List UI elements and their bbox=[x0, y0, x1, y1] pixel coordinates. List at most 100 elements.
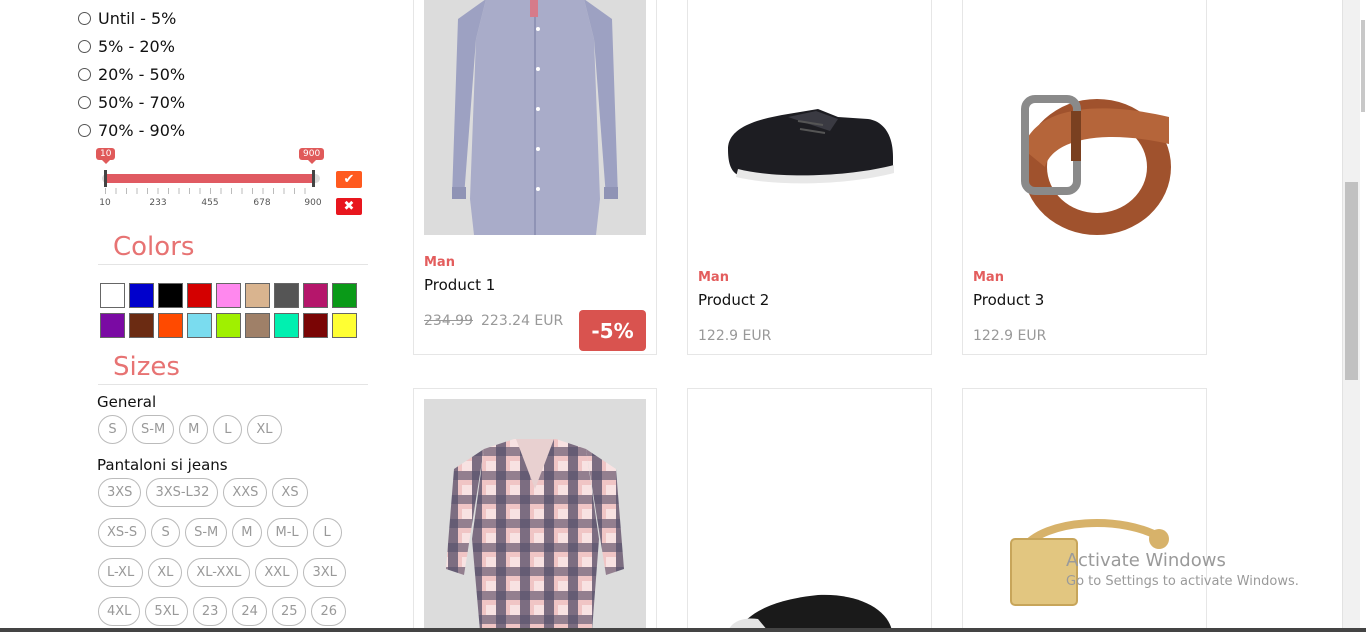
size-chip[interactable]: XXL bbox=[255, 558, 299, 587]
product-price: 234.99 223.24 EUR bbox=[424, 313, 563, 329]
product-name[interactable]: Product 1 bbox=[424, 276, 495, 294]
color-swatch[interactable] bbox=[158, 283, 183, 308]
product-image-sneaker[interactable] bbox=[698, 0, 922, 259]
radio-button[interactable] bbox=[78, 123, 91, 137]
color-swatch[interactable] bbox=[100, 283, 125, 308]
color-swatch[interactable] bbox=[129, 283, 154, 308]
size-chip[interactable]: S-M bbox=[132, 415, 175, 444]
product-image-ring[interactable] bbox=[973, 399, 1197, 631]
size-chip[interactable]: M bbox=[232, 518, 262, 547]
size-chip[interactable]: XS bbox=[272, 478, 308, 507]
sizes-heading: Sizes bbox=[113, 352, 180, 382]
page-scrollbar[interactable] bbox=[1342, 0, 1360, 632]
product-name[interactable]: Product 3 bbox=[973, 291, 1044, 309]
slider-selected-range bbox=[106, 174, 313, 183]
sale-price: 223.24 EUR bbox=[481, 313, 564, 329]
watermark-subtitle: Go to Settings to activate Windows. bbox=[1066, 574, 1299, 589]
color-swatch[interactable] bbox=[216, 283, 241, 308]
size-chip[interactable]: S bbox=[151, 518, 181, 547]
divider bbox=[98, 264, 368, 265]
product-image-plaid-shirt[interactable] bbox=[424, 399, 646, 631]
discount-label: 20% - 50% bbox=[98, 64, 186, 84]
color-swatch[interactable] bbox=[187, 313, 212, 338]
size-chip[interactable]: XL bbox=[148, 558, 183, 587]
color-swatch[interactable] bbox=[274, 313, 299, 338]
discount-option[interactable]: Until - 5% bbox=[78, 4, 185, 32]
size-chip[interactable]: L bbox=[213, 415, 243, 444]
color-swatch[interactable] bbox=[187, 283, 212, 308]
tick-label: 455 bbox=[201, 198, 219, 208]
x-icon: ✖ bbox=[343, 199, 355, 214]
scrollbar-thumb[interactable] bbox=[1345, 182, 1358, 380]
product-card[interactable] bbox=[962, 388, 1207, 632]
product-image-slipper[interactable] bbox=[698, 399, 922, 631]
tick-label: 678 bbox=[253, 198, 271, 208]
size-chip[interactable]: 24 bbox=[232, 597, 267, 626]
color-swatch[interactable] bbox=[216, 313, 241, 338]
product-price: 122.9 EUR bbox=[698, 328, 772, 344]
color-swatch[interactable] bbox=[100, 313, 125, 338]
apply-price-button[interactable]: ✔ bbox=[336, 171, 362, 188]
outer-scrollbar[interactable] bbox=[1360, 0, 1366, 632]
size-row: S S-M M L XL bbox=[98, 415, 282, 444]
size-chip[interactable]: 4XL bbox=[98, 597, 141, 626]
outer-scrollbar-thumb[interactable] bbox=[1361, 20, 1365, 112]
product-card[interactable] bbox=[687, 388, 932, 632]
size-chip[interactable]: S bbox=[98, 415, 127, 444]
size-chip[interactable]: 3XL bbox=[303, 558, 346, 587]
size-chip[interactable]: S-M bbox=[185, 518, 228, 547]
product-image-belt[interactable] bbox=[973, 0, 1197, 259]
product-card[interactable]: Man Product 3 122.9 EUR bbox=[962, 0, 1207, 355]
discount-option[interactable]: 70% - 90% bbox=[78, 116, 185, 144]
slider-max-handle[interactable] bbox=[312, 170, 315, 187]
size-chip[interactable]: XXS bbox=[223, 478, 268, 507]
tick-label: 10 bbox=[99, 198, 111, 208]
discount-option[interactable]: 20% - 50% bbox=[78, 60, 185, 88]
size-chip[interactable]: 5XL bbox=[145, 597, 188, 626]
size-chip[interactable]: XL-XXL bbox=[187, 558, 251, 587]
color-swatch[interactable] bbox=[303, 313, 328, 338]
radio-button[interactable] bbox=[78, 39, 91, 53]
size-chip[interactable]: 3XS bbox=[98, 478, 142, 507]
product-name[interactable]: Product 2 bbox=[698, 291, 769, 309]
size-chip[interactable]: L-XL bbox=[98, 558, 144, 587]
discount-option[interactable]: 50% - 70% bbox=[78, 88, 185, 116]
product-card[interactable] bbox=[413, 388, 657, 632]
size-chip[interactable]: 3XS-L32 bbox=[146, 478, 219, 507]
size-chip[interactable]: 25 bbox=[271, 597, 307, 626]
size-chip[interactable]: M-L bbox=[266, 518, 308, 547]
color-swatch[interactable] bbox=[274, 283, 299, 308]
color-swatch[interactable] bbox=[245, 313, 270, 338]
size-chip[interactable]: 26 bbox=[311, 597, 347, 626]
product-brand: Man bbox=[973, 270, 1004, 285]
size-chip[interactable]: M bbox=[179, 415, 209, 444]
size-chip[interactable]: XS-S bbox=[98, 518, 147, 547]
color-swatch[interactable] bbox=[129, 313, 154, 338]
discount-label: 5% - 20% bbox=[98, 36, 175, 56]
checkmark-icon: ✔ bbox=[343, 172, 355, 187]
slider-min-handle[interactable] bbox=[104, 170, 107, 187]
size-chip[interactable]: L bbox=[312, 518, 342, 547]
product-card[interactable]: Man Product 2 122.9 EUR bbox=[687, 0, 932, 355]
product-brand: Man bbox=[698, 270, 729, 285]
size-chip[interactable]: XL bbox=[247, 415, 282, 444]
product-price: 122.9 EUR bbox=[973, 328, 1047, 344]
radio-button[interactable] bbox=[78, 67, 91, 81]
radio-button[interactable] bbox=[78, 11, 91, 25]
product-image-shirt[interactable] bbox=[424, 0, 646, 235]
radio-button[interactable] bbox=[78, 95, 91, 109]
color-swatch[interactable] bbox=[332, 313, 357, 338]
discount-label: 50% - 70% bbox=[98, 92, 186, 112]
clear-price-button[interactable]: ✖ bbox=[336, 198, 362, 215]
color-swatch[interactable] bbox=[303, 283, 328, 308]
color-swatch[interactable] bbox=[245, 283, 270, 308]
filter-sidebar: Until - 5% 5% - 20% 20% - 50% 50% - 70% … bbox=[0, 0, 400, 632]
price-range-slider[interactable]: 10 900 10 233 455 678 900 bbox=[96, 146, 326, 212]
color-swatch[interactable] bbox=[158, 313, 183, 338]
discount-option[interactable]: 5% - 20% bbox=[78, 32, 185, 60]
color-swatch[interactable] bbox=[332, 283, 357, 308]
size-row: 4XL 5XL 23 24 25 26 bbox=[98, 597, 347, 626]
size-chip[interactable]: 23 bbox=[192, 597, 228, 626]
discount-label: 70% - 90% bbox=[98, 120, 186, 140]
product-card[interactable]: Man Product 1 234.99 223.24 EUR -5% bbox=[413, 0, 657, 355]
